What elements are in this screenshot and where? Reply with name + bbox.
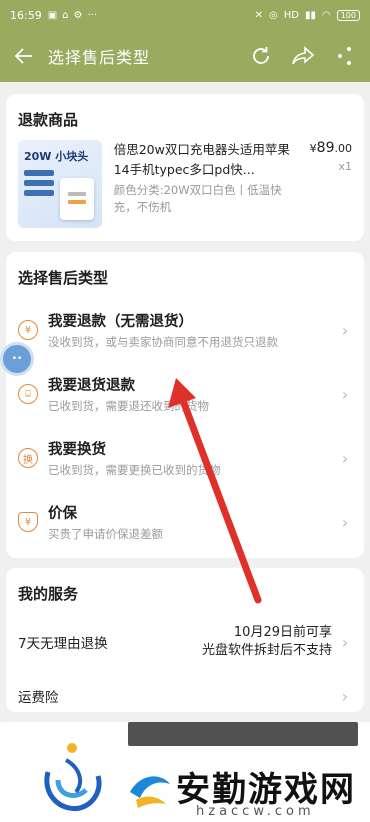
watermark-logo-icon: [44, 743, 102, 812]
watermark-url: hzaccw.com: [196, 804, 315, 819]
watermark-swoosh-icon: [130, 776, 170, 808]
annotation-arrow: [168, 378, 262, 604]
watermark-strip: [128, 722, 358, 746]
